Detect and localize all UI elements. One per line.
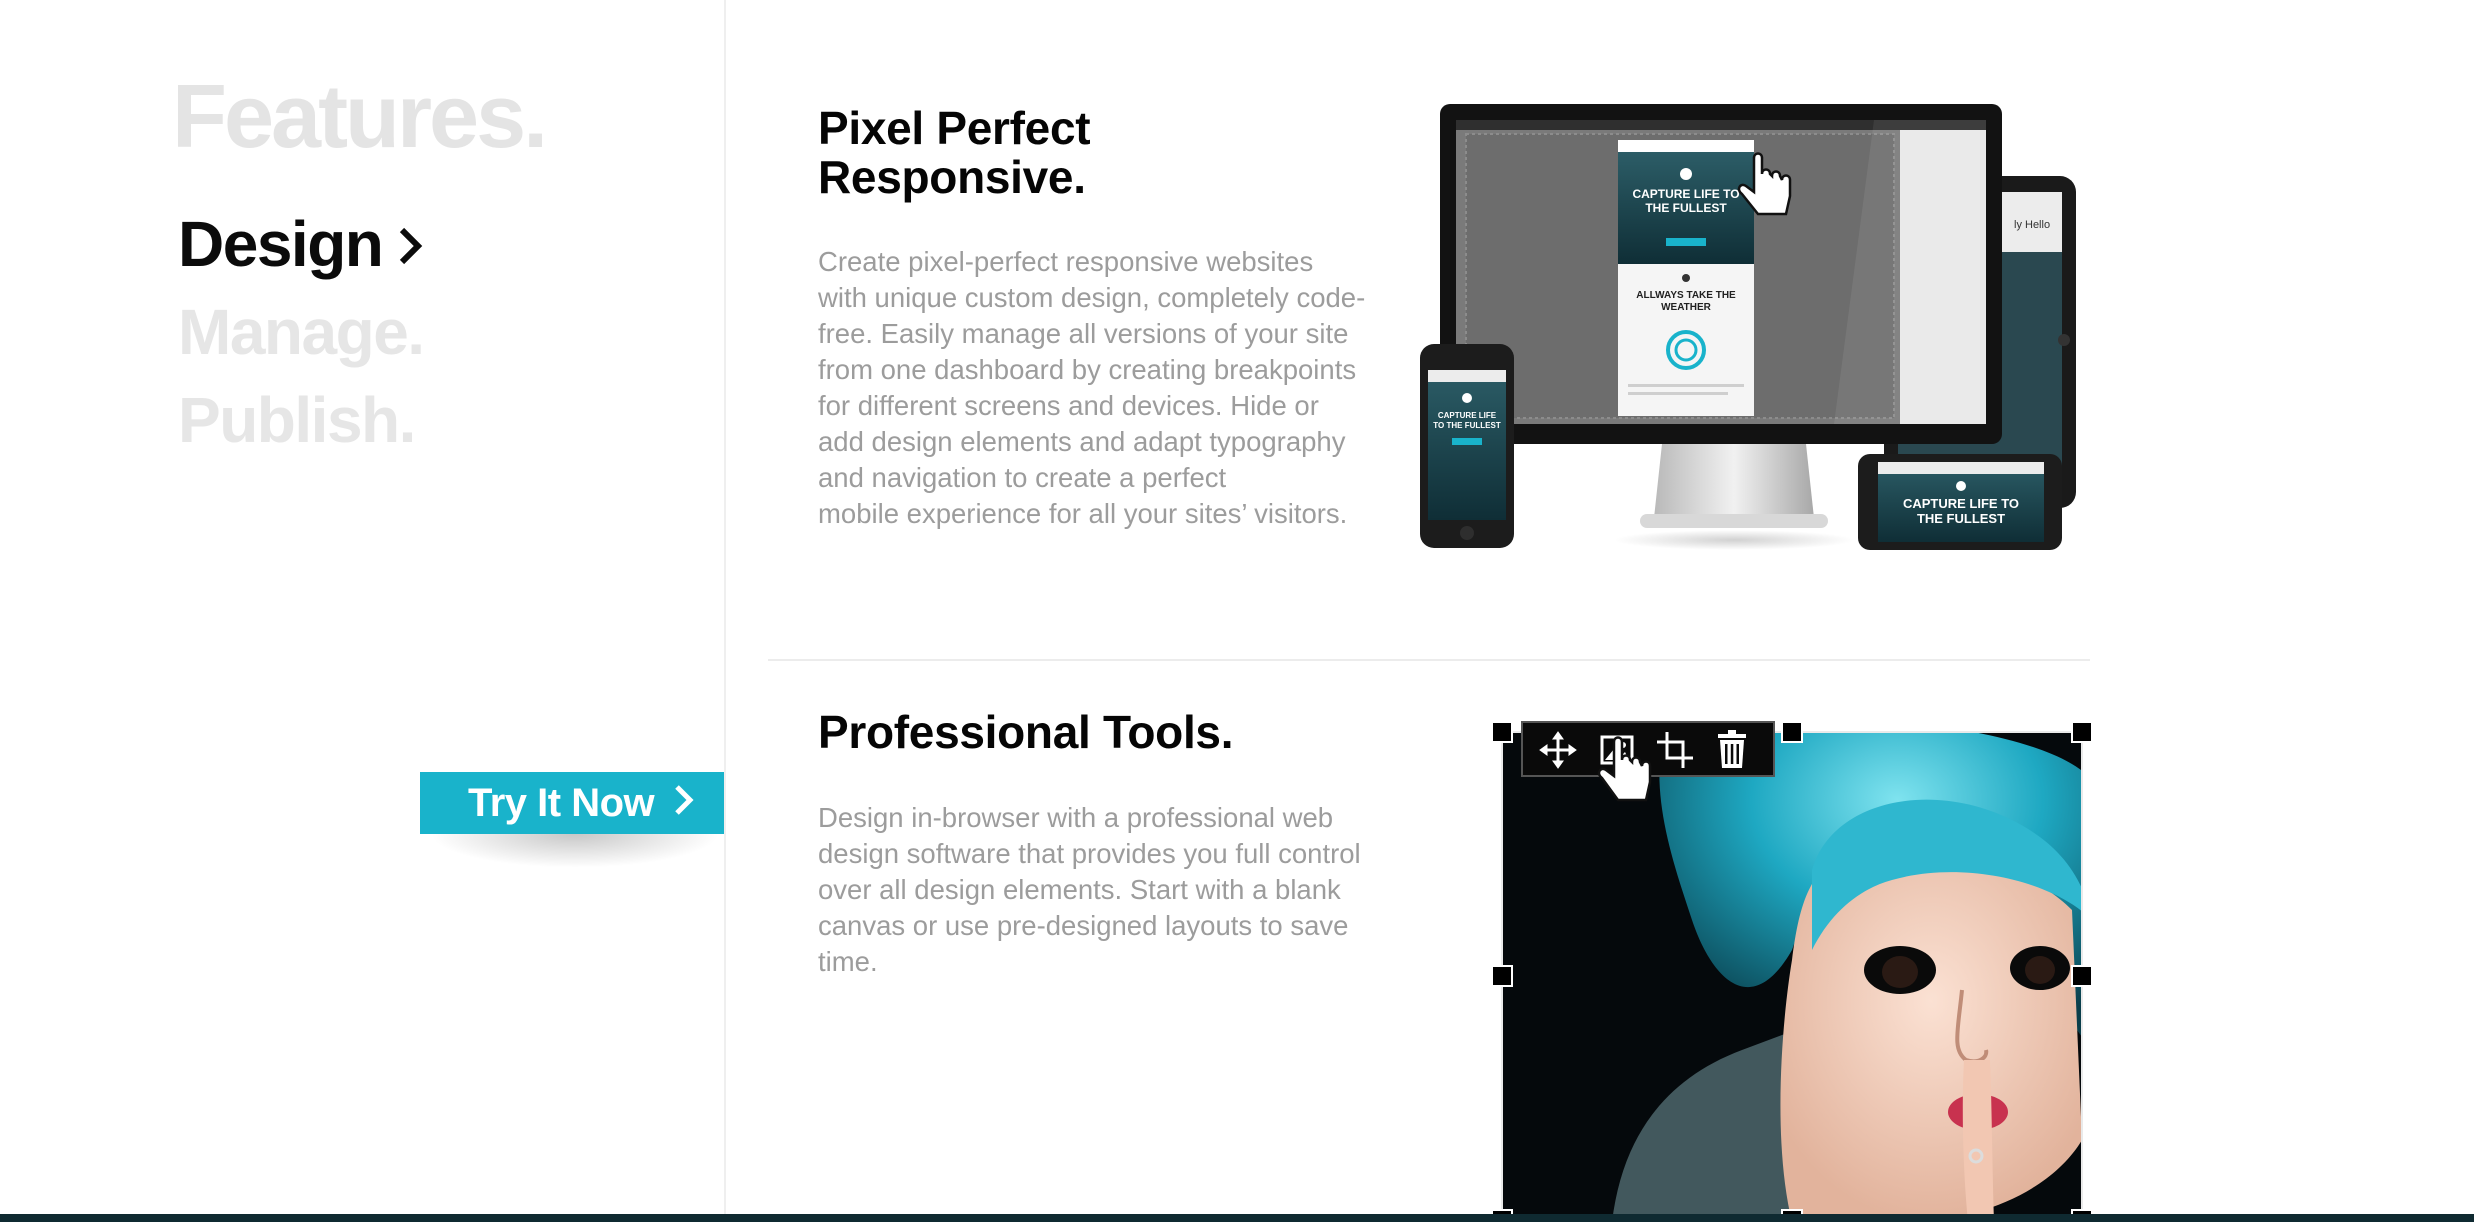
nav-item-label: Design xyxy=(178,208,384,280)
svg-text:ALLWAYS TAKE THE: ALLWAYS TAKE THE xyxy=(1636,290,1736,301)
image-editor-illustration xyxy=(1491,720,2100,1227)
title-line: Pixel Perfect xyxy=(818,102,1091,154)
phone-portrait-device: CAPTURE LIFE TO THE FULLEST xyxy=(1420,344,1514,548)
resize-handle[interactable] xyxy=(1491,721,1513,743)
svg-text:THE FULLEST: THE FULLEST xyxy=(1917,511,2005,526)
svg-text:CAPTURE LIFE TO: CAPTURE LIFE TO xyxy=(1632,187,1739,201)
section-title: Professional Tools. xyxy=(818,706,1234,758)
features-nav: Design Manage. Publish. xyxy=(178,200,425,464)
section-body: Create pixel-perfect responsive websites… xyxy=(818,244,1398,532)
body-line: add design elements and adapt typography xyxy=(818,426,1346,457)
features-heading: Features. xyxy=(172,67,548,167)
resize-handle[interactable] xyxy=(1781,721,1803,743)
vertical-divider xyxy=(724,0,726,1218)
nav-item-publish[interactable]: Publish. xyxy=(178,376,424,464)
body-line: from one dashboard by creating breakpoin… xyxy=(818,354,1357,385)
svg-text:CAPTURE LIFE TO: CAPTURE LIFE TO xyxy=(1903,496,2019,511)
section-divider xyxy=(768,659,2090,661)
body-line: over all design elements. Start with a b… xyxy=(818,874,1341,905)
footer-bar xyxy=(0,1214,2474,1222)
body-line: Create pixel-perfect responsive websites xyxy=(818,246,1314,277)
button-shadow xyxy=(430,834,720,868)
body-line: for different screens and devices. Hide … xyxy=(818,390,1319,421)
body-line: free. Easily manage all versions of your… xyxy=(818,318,1349,349)
try-it-now-button[interactable]: Try It Now xyxy=(420,772,724,834)
chevron-right-icon xyxy=(398,212,424,276)
chevron-right-icon xyxy=(674,781,694,826)
body-line: and navigation to create a perfect xyxy=(818,462,1227,493)
svg-text:CAPTURE LIFE: CAPTURE LIFE xyxy=(1438,411,1497,420)
nav-item-label: Publish. xyxy=(178,384,416,456)
svg-text:TO THE FULLEST: TO THE FULLEST xyxy=(1433,421,1501,430)
body-line: canvas or use pre-designed layouts to sa… xyxy=(818,910,1349,941)
body-line: with unique custom design, completely co… xyxy=(818,282,1366,313)
body-line: mobile experience for all your sites’ vi… xyxy=(818,498,1348,529)
svg-text:WEATHER: WEATHER xyxy=(1661,302,1712,313)
title-line: Responsive. xyxy=(818,151,1086,203)
svg-text:THE FULLEST: THE FULLEST xyxy=(1645,201,1727,215)
nav-item-manage[interactable]: Manage. xyxy=(178,288,425,376)
section-title: Pixel Perfect Responsive. xyxy=(818,102,1091,203)
phone-landscape-device: CAPTURE LIFE TO THE FULLEST xyxy=(1858,454,2062,550)
body-line: design software that provides you full c… xyxy=(818,838,1361,869)
resize-handle[interactable] xyxy=(2071,965,2093,987)
nav-item-design[interactable]: Design xyxy=(178,200,424,288)
body-line: Design in-browser with a professional we… xyxy=(818,802,1334,833)
nav-item-label: Manage. xyxy=(178,296,425,368)
body-line: time. xyxy=(818,946,878,977)
trash-icon[interactable] xyxy=(1718,730,1746,768)
responsive-devices-illustration: ly Hello CAPTURE LIFE TO THE FULLEST ALL… xyxy=(1414,100,2094,560)
resize-handle[interactable] xyxy=(2071,721,2093,743)
resize-handle[interactable] xyxy=(1491,965,1513,987)
selected-photo xyxy=(1502,732,2082,1222)
section-body: Design in-browser with a professional we… xyxy=(818,800,1408,980)
try-it-now-label: Try It Now xyxy=(468,780,655,825)
svg-text:ly Hello: ly Hello xyxy=(2014,219,2050,231)
